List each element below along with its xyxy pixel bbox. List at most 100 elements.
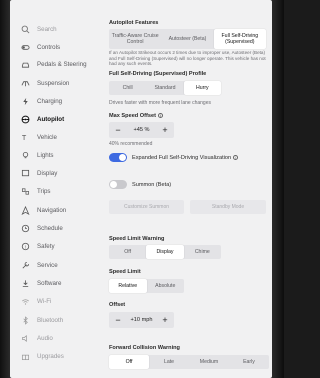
sidebar-item-display[interactable]: Display [10,164,98,182]
info-icon[interactable]: i [157,113,163,119]
car-icon [20,59,30,69]
toggle-icon [20,42,30,52]
autopilot-settings-panel: Autopilot Features Traffic-Aware Cruise … [98,0,272,378]
increase-button[interactable]: + [161,125,169,135]
sidebar-item-label: Trips [37,187,51,195]
forward-collision-heading: Forward Collision Warning [109,345,180,351]
speed-offset-recommended: 40% recommended [109,141,153,147]
sidebar-item-label: Vehicle [37,133,57,141]
upgrades-icon [20,351,30,361]
svg-text:T: T [21,133,26,142]
toggle-knob [110,181,117,188]
customize-summon-button[interactable]: Customize Summon [109,200,184,214]
max-speed-offset-heading: Max Speed Offset i [109,113,163,119]
sidebar-item-label: Schedule [37,224,63,232]
speed-limit-warning-selector: Off Display Chime [109,245,221,259]
search-icon [20,24,30,34]
sidebar-item-label: Display [37,169,58,177]
sidebar-item-label: Software [37,279,62,287]
standby-mode-button[interactable]: Standby Mode [190,200,266,214]
sidebar-item-controls[interactable]: Controls [10,38,98,56]
sidebar-item-navigation[interactable]: Navigation [10,201,98,219]
option-off[interactable]: Off [109,245,146,259]
sidebar-item-label: Pedals & Steering [37,60,87,68]
expanded-visualization-toggle[interactable] [109,153,127,162]
sidebar-item-bluetooth[interactable]: Bluetooth [10,311,98,329]
sidebar-item-label: Charging [37,97,63,105]
autopilot-features-selector: Traffic-Aware Cruise Control Autosteer (… [109,29,266,49]
sidebar-item-label: Lights [37,151,54,159]
sidebar-item-schedule[interactable]: Schedule [10,219,98,237]
max-speed-offset-value: +45 % [133,127,150,133]
bluetooth-icon [20,315,30,325]
forward-collision-selector: Off Late Medium Early [109,355,269,369]
option-early[interactable]: Early [229,355,269,369]
sidebar-item-search[interactable]: Search [10,20,98,38]
increase-button[interactable]: + [161,315,169,325]
speed-limit-warning-heading: Speed Limit Warning [109,236,165,242]
option-chime[interactable]: Chime [184,245,221,259]
option-relative[interactable]: Relative [109,279,147,293]
sidebar-item-label: Audio [37,334,53,342]
expanded-visualization-row: Expanded Full Self-Driving Visualization… [132,155,239,161]
wifi-icon [20,296,30,306]
trips-icon [20,186,30,196]
safety-icon: ! [20,241,30,251]
sidebar-item-wifi[interactable]: Wi-Fi [10,292,98,310]
settings-screen: Search Controls Pedals & Steering Suspen… [10,0,272,378]
option-chill[interactable]: Chill [109,81,146,95]
option-hurry[interactable]: Hurry [183,81,221,95]
strikeout-warning: If an Autopilot Strikeout occurs 2 times… [109,50,266,67]
option-off[interactable]: Off [109,355,149,369]
max-speed-offset-stepper: − +45 % + [109,122,174,138]
option-autosteer-beta[interactable]: Autosteer (Beta) [161,29,213,49]
sidebar-item-audio[interactable]: Audio [10,329,98,347]
svg-text:!: ! [24,244,25,249]
autopilot-features-heading: Autopilot Features [109,20,159,26]
option-traffic-aware-cruise-control[interactable]: Traffic-Aware Cruise Control [109,29,161,49]
offset-heading: Offset [109,302,126,308]
screen-bezel-left [0,0,10,378]
bulb-icon [20,150,30,160]
sidebar-item-autopilot[interactable]: Autopilot [10,110,98,128]
fsd-profile-heading: Full Self-Driving (Supervised) Profile [109,71,207,77]
summon-toggle[interactable] [109,180,127,189]
offset-stepper: − +10 mph + [109,312,174,328]
clock-icon [20,223,30,233]
speed-limit-heading: Speed Limit [109,269,141,275]
option-display[interactable]: Display [146,245,184,259]
option-standard[interactable]: Standard [146,81,183,95]
lightning-icon [20,96,30,106]
sidebar-item-software[interactable]: Software [10,274,98,292]
sidebar-item-lights[interactable]: Lights [10,146,98,164]
expanded-visualization-label: Expanded Full Self-Driving Visualization [132,155,232,161]
max-speed-offset-label: Max Speed Offset [109,113,156,119]
audio-icon [20,333,30,343]
decrease-button[interactable]: − [114,125,122,135]
option-late[interactable]: Late [149,355,189,369]
sidebar-item-pedals-steering[interactable]: Pedals & Steering [10,55,98,73]
info-icon[interactable]: i [233,155,239,161]
decrease-button[interactable]: − [114,315,122,325]
sidebar-item-label: Service [37,261,58,269]
sidebar-item-charging[interactable]: Charging [10,92,98,110]
option-medium[interactable]: Medium [189,355,229,369]
fsd-profile-description: Drives faster with more frequent lane ch… [109,100,211,106]
navigation-icon [20,205,30,215]
option-full-self-driving[interactable]: Full Self-Driving (Supervised) [213,29,266,49]
speed-limit-selector: Relative Absolute [109,279,184,293]
sidebar-item-label: Wi-Fi [37,297,52,305]
sidebar-item-trips[interactable]: Trips [10,182,98,200]
sidebar-item-upgrades[interactable]: Upgrades [10,347,98,365]
summon-label: Summon (Beta) [132,182,172,188]
sidebar-item-label: Autopilot [37,115,65,123]
download-icon [20,278,30,288]
sidebar-item-service[interactable]: Service [10,256,98,274]
option-absolute[interactable]: Absolute [147,279,185,293]
settings-sidebar: Search Controls Pedals & Steering Suspen… [10,0,98,378]
sidebar-item-label: Suspension [37,79,70,87]
sidebar-item-suspension[interactable]: Suspension [10,74,98,92]
sidebar-item-safety[interactable]: ! Safety [10,237,98,255]
screen-bezel-right [272,0,284,378]
sidebar-item-vehicle[interactable]: T Vehicle [10,128,98,146]
